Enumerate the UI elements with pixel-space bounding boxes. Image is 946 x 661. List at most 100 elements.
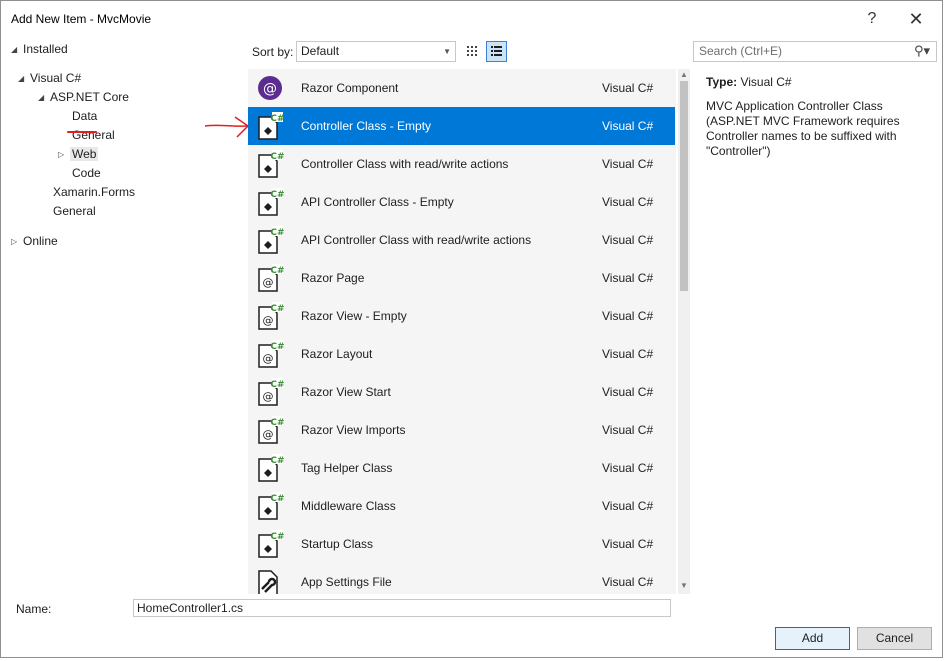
list-item[interactable]: @ C# Razor View - Empty Visual C# (248, 297, 675, 335)
tree-node-online[interactable]: ▷ Online (11, 232, 58, 251)
svg-text:@: @ (263, 428, 274, 441)
list-item[interactable]: C# Middleware Class Visual C# (248, 487, 675, 525)
expanded-triangle-icon[interactable]: ◢ (38, 88, 50, 107)
collapsed-triangle-icon[interactable]: ▷ (58, 145, 70, 164)
scroll-down-icon[interactable]: ▼ (679, 581, 689, 591)
svg-text:C#: C# (270, 342, 284, 352)
item-language: Visual C# (602, 157, 654, 171)
svg-text:C#: C# (270, 190, 284, 200)
item-language: Visual C# (602, 537, 654, 551)
item-name: Razor Page (301, 271, 365, 285)
svg-text:C#: C# (270, 266, 284, 276)
list-item[interactable]: @ C# Razor View Start Visual C# (248, 373, 675, 411)
svg-text:C#: C# (270, 494, 284, 504)
svg-text:@: @ (263, 276, 274, 289)
svg-text:C#: C# (270, 418, 284, 428)
tree-node-xamarin[interactable]: Xamarin.Forms (53, 183, 135, 202)
tree-node-visual-csharp[interactable]: ◢ Visual C# (18, 69, 81, 88)
razor-page-icon: @ C# (256, 377, 285, 407)
collapsed-triangle-icon[interactable]: ▷ (11, 232, 23, 251)
help-button[interactable]: ? (858, 7, 886, 31)
tree-node-general[interactable]: General (53, 202, 96, 221)
svg-text:C#: C# (270, 304, 284, 314)
window-title: Add New Item - MvcMovie (11, 12, 152, 26)
svg-text:C#: C# (270, 114, 284, 124)
controller-icon: C# (256, 529, 285, 559)
item-language: Visual C# (602, 233, 654, 247)
item-name: Razor View - Empty (301, 309, 407, 323)
item-name: Controller Class with read/write actions (301, 157, 509, 171)
list-item[interactable]: @ C# Razor Page Visual C# (248, 259, 675, 297)
item-name: Tag Helper Class (301, 461, 393, 475)
tree-node-installed[interactable]: ◢ Installed (11, 40, 68, 59)
add-button[interactable]: Add (775, 627, 850, 650)
razor-component-icon: @ (256, 73, 284, 103)
list-item[interactable]: C# Tag Helper Class Visual C# (248, 449, 675, 487)
item-language: Visual C# (602, 423, 654, 437)
item-language: Visual C# (602, 347, 654, 361)
search-input[interactable]: Search (Ctrl+E) ⚲▾ (693, 41, 937, 62)
tree-node-data[interactable]: Data (72, 107, 97, 126)
item-name: App Settings File (301, 575, 392, 589)
svg-text:@: @ (263, 390, 274, 403)
svg-text:C#: C# (270, 380, 284, 390)
controller-icon: C# (256, 187, 285, 217)
search-icon[interactable]: ⚲▾ (914, 43, 930, 59)
list-item[interactable]: @ C# Razor Layout Visual C# (248, 335, 675, 373)
item-name: Middleware Class (301, 499, 396, 513)
tree-node-web[interactable]: ▷ Web (58, 145, 99, 164)
name-input[interactable]: HomeController1.cs (133, 599, 671, 617)
item-language: Visual C# (602, 195, 654, 209)
list-item[interactable]: C# Controller Class - Empty Visual C# (248, 107, 675, 145)
list-item[interactable]: @ Razor Component Visual C# (248, 69, 675, 107)
razor-page-icon: @ C# (256, 339, 285, 369)
sort-dropdown[interactable]: Default ▼ (296, 41, 456, 62)
cancel-button[interactable]: Cancel (857, 627, 932, 650)
list-item[interactable]: App Settings File Visual C# (248, 563, 675, 594)
tree-node-general-sub[interactable]: General (72, 126, 115, 145)
controller-icon: C# (256, 111, 285, 141)
list-item[interactable]: C# API Controller Class - Empty Visual C# (248, 183, 675, 221)
annotation-underline (67, 131, 97, 133)
expanded-triangle-icon[interactable]: ◢ (11, 40, 23, 59)
scroll-up-icon[interactable]: ▲ (679, 70, 689, 80)
list-item[interactable]: C# API Controller Class with read/write a… (248, 221, 675, 259)
svg-text:C#: C# (270, 228, 284, 238)
name-label: Name: (16, 602, 52, 616)
tree-node-code[interactable]: Code (72, 164, 101, 183)
item-language: Visual C# (602, 575, 654, 589)
item-language: Visual C# (602, 499, 654, 513)
expanded-triangle-icon[interactable]: ◢ (18, 69, 30, 88)
svg-text:@: @ (263, 352, 274, 365)
item-name: Razor Component (301, 81, 399, 95)
list-item[interactable]: C# Startup Class Visual C# (248, 525, 675, 563)
razor-page-icon: @ C# (256, 415, 285, 445)
type-row: Type: Visual C# (706, 75, 792, 89)
close-button[interactable]: ✕ (902, 7, 930, 31)
controller-icon: C# (256, 453, 285, 483)
template-list: @ Razor Component Visual C# C# Controller Cl… (248, 69, 676, 594)
title-bar: Add New Item - MvcMovie ? ✕ (1, 1, 942, 37)
svg-text:C#: C# (270, 532, 284, 542)
grid-view-button[interactable] (462, 41, 483, 62)
add-new-item-dialog: Add New Item - MvcMovie ? ✕ ◢ Installed ◢… (0, 0, 943, 658)
item-name: API Controller Class - Empty (301, 195, 454, 209)
svg-text:@: @ (263, 314, 274, 327)
svg-text:C#: C# (270, 456, 284, 466)
scroll-thumb[interactable] (680, 81, 688, 291)
tree-node-aspnet-core[interactable]: ◢ ASP.NET Core (38, 88, 129, 107)
list-item[interactable]: C# Controller Class with read/write actio… (248, 145, 675, 183)
list-scrollbar[interactable]: ▲ ▼ (678, 69, 690, 594)
sort-label: Sort by: (252, 45, 294, 59)
item-name: Startup Class (301, 537, 374, 551)
controller-icon: C# (256, 149, 285, 179)
item-name: API Controller Class with read/write act… (301, 233, 532, 247)
item-language: Visual C# (602, 309, 654, 323)
list-item[interactable]: @ C# Razor View Imports Visual C# (248, 411, 675, 449)
controller-icon: C# (256, 491, 285, 521)
details-pane: Type: Visual C# MVC Application Controll… (706, 75, 926, 159)
item-name: Razor View Start (301, 385, 391, 399)
list-view-button[interactable] (486, 41, 507, 62)
razor-page-icon: @ C# (256, 301, 285, 331)
svg-text:C#: C# (270, 152, 284, 162)
